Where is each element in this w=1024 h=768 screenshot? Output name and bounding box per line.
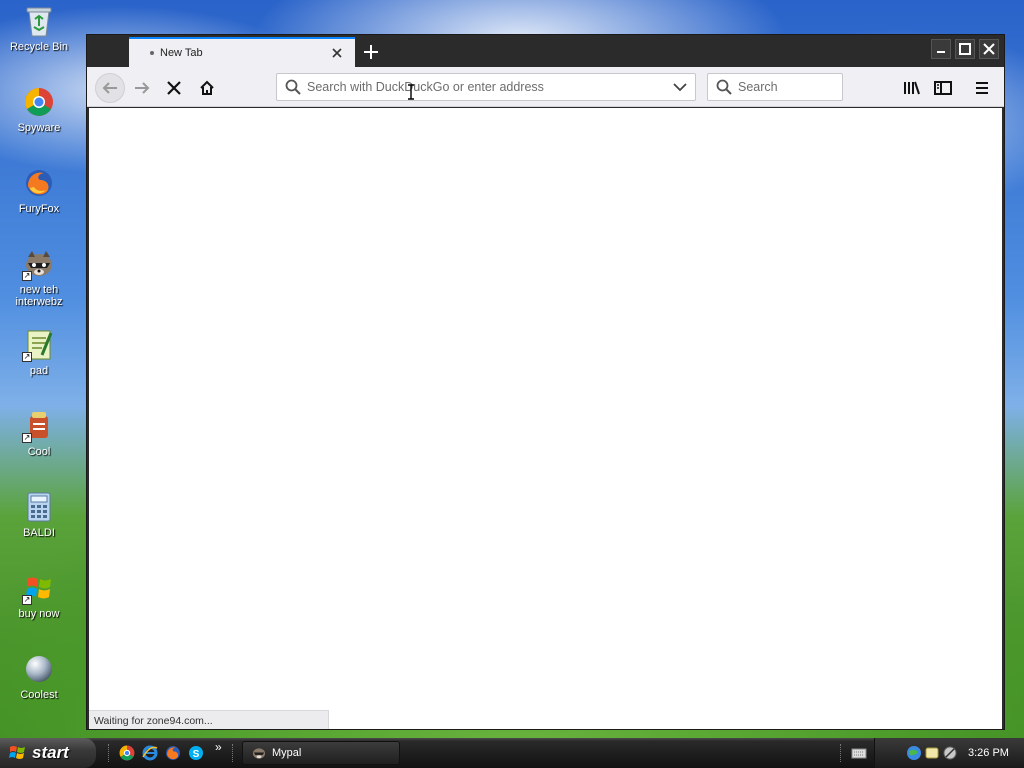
tab-title: New Tab bbox=[160, 47, 203, 59]
desktop-icon-pad[interactable]: ↗ pad bbox=[1, 328, 77, 377]
firefox-icon bbox=[166, 746, 180, 760]
library-icon bbox=[904, 81, 920, 95]
title-bar[interactable]: New Tab bbox=[87, 35, 1004, 67]
search-bar-placeholder: Search bbox=[738, 80, 778, 94]
quick-launch-overflow[interactable]: » bbox=[215, 740, 222, 754]
quick-launch-chrome[interactable] bbox=[118, 744, 136, 762]
shortcut-arrow-icon: ↗ bbox=[22, 271, 32, 281]
toolbar-grip[interactable] bbox=[108, 744, 111, 762]
new-tab-button[interactable] bbox=[359, 40, 383, 64]
close-icon bbox=[332, 48, 342, 58]
desktop-icon-coolest[interactable]: Coolest bbox=[1, 652, 77, 701]
windows-logo-icon: ↗ bbox=[22, 571, 56, 605]
forward-button[interactable] bbox=[127, 73, 157, 103]
quick-launch-ie[interactable] bbox=[141, 744, 159, 762]
stop-icon bbox=[167, 81, 181, 95]
desktop-icon-label: Recycle Bin bbox=[9, 41, 69, 53]
close-icon bbox=[983, 43, 995, 55]
maximize-icon bbox=[959, 43, 971, 55]
raccoon-icon: ↗ bbox=[22, 247, 56, 281]
svg-text:S: S bbox=[193, 749, 200, 760]
clock[interactable]: 3:26 PM bbox=[968, 747, 1009, 759]
close-window-button[interactable] bbox=[979, 39, 999, 59]
library-button[interactable] bbox=[897, 73, 927, 103]
desktop-icon-new-teh-interwebz[interactable]: ↗ new teh interwebz bbox=[1, 247, 77, 308]
browser-window: New Tab Search with DuckDuckGo or enter … bbox=[86, 34, 1005, 730]
system-tray: 3:26 PM bbox=[874, 738, 1024, 768]
desktop-icon-label: BALDI bbox=[23, 527, 55, 539]
minimize-button[interactable] bbox=[931, 39, 951, 59]
taskbar: start S » Mypal 3:26 PM bbox=[0, 738, 1024, 768]
desktop-icon-label: FuryFox bbox=[18, 203, 60, 215]
raccoon-icon bbox=[252, 748, 266, 759]
address-bar-placeholder: Search with DuckDuckGo or enter address bbox=[307, 80, 544, 94]
desktop-icon-buy-now[interactable]: ↗ buy now bbox=[1, 571, 77, 620]
desktop-icon-cool[interactable]: ↗ Cool bbox=[1, 409, 77, 458]
shortcut-arrow-icon: ↗ bbox=[22, 433, 32, 443]
desktop-icon-baldi[interactable]: BALDI bbox=[1, 490, 77, 539]
address-bar[interactable]: Search with DuckDuckGo or enter address bbox=[276, 73, 696, 101]
quick-launch-skype[interactable]: S bbox=[187, 744, 205, 762]
chrome-icon bbox=[22, 85, 56, 119]
search-icon bbox=[716, 79, 732, 95]
stop-button[interactable] bbox=[159, 73, 189, 103]
taskbar-button-label: Mypal bbox=[272, 747, 302, 759]
start-label: start bbox=[32, 743, 69, 762]
desktop-icon-furyfox[interactable]: FuryFox bbox=[1, 166, 77, 215]
desktop-icon-spyware[interactable]: Spyware bbox=[1, 85, 77, 134]
chrome-icon bbox=[119, 745, 135, 761]
cool-icon: ↗ bbox=[22, 409, 56, 443]
desktop-icon-label: Cool bbox=[27, 446, 51, 458]
notification-icon[interactable] bbox=[923, 744, 941, 762]
arrow-left-icon bbox=[102, 82, 117, 94]
tab-loading-indicator bbox=[150, 51, 154, 55]
recycle-bin-icon bbox=[22, 4, 56, 38]
quick-launch-firefox[interactable] bbox=[164, 744, 182, 762]
desktop-icon-recycle-bin[interactable]: Recycle Bin bbox=[1, 4, 77, 53]
arrow-right-icon bbox=[135, 82, 150, 94]
desktop-icon-label: new teh interwebz bbox=[15, 284, 63, 308]
navigation-toolbar: Search with DuckDuckGo or enter address … bbox=[87, 67, 1004, 107]
search-bar[interactable]: Search bbox=[707, 73, 843, 101]
back-button[interactable] bbox=[95, 73, 125, 103]
menu-button[interactable] bbox=[967, 73, 997, 103]
desktop-icon-label: Spyware bbox=[17, 122, 61, 134]
search-icon bbox=[285, 79, 301, 95]
ie-icon bbox=[142, 745, 158, 761]
page-content[interactable] bbox=[89, 108, 1002, 729]
calculator-icon bbox=[22, 490, 56, 524]
orb-icon bbox=[22, 652, 56, 686]
firefox-icon bbox=[22, 166, 56, 200]
notepad-icon: ↗ bbox=[22, 328, 56, 362]
shortcut-arrow-icon: ↗ bbox=[22, 352, 32, 362]
maximize-button[interactable] bbox=[955, 39, 975, 59]
status-bar: Waiting for zone94.com... bbox=[89, 710, 329, 729]
hamburger-menu-icon bbox=[976, 82, 988, 94]
volume-icon[interactable] bbox=[941, 744, 959, 762]
home-button[interactable] bbox=[192, 73, 222, 103]
shortcut-arrow-icon: ↗ bbox=[22, 595, 32, 605]
chevron-down-icon[interactable] bbox=[673, 82, 687, 92]
desktop-icon-label: buy now bbox=[18, 608, 60, 620]
start-button[interactable]: start bbox=[0, 738, 96, 768]
keyboard-icon[interactable] bbox=[850, 744, 868, 762]
sidebar-icon bbox=[934, 81, 952, 95]
skype-icon: S bbox=[189, 746, 203, 760]
plus-icon bbox=[364, 45, 378, 59]
sidebar-button[interactable] bbox=[928, 73, 958, 103]
home-icon bbox=[200, 80, 214, 95]
taskbar-button-mypal[interactable]: Mypal bbox=[242, 741, 400, 765]
close-tab-button[interactable] bbox=[329, 45, 345, 61]
text-cursor-icon bbox=[408, 84, 414, 100]
tab-new-tab[interactable]: New Tab bbox=[129, 37, 355, 67]
desktop-icon-label: Coolest bbox=[20, 689, 58, 701]
minimize-icon bbox=[937, 51, 945, 53]
toolbar-grip[interactable] bbox=[840, 744, 843, 762]
network-globe-icon[interactable] bbox=[905, 744, 923, 762]
windows-logo-icon bbox=[9, 746, 25, 759]
desktop-icon-label: pad bbox=[29, 365, 49, 377]
toolbar-grip[interactable] bbox=[232, 744, 235, 762]
